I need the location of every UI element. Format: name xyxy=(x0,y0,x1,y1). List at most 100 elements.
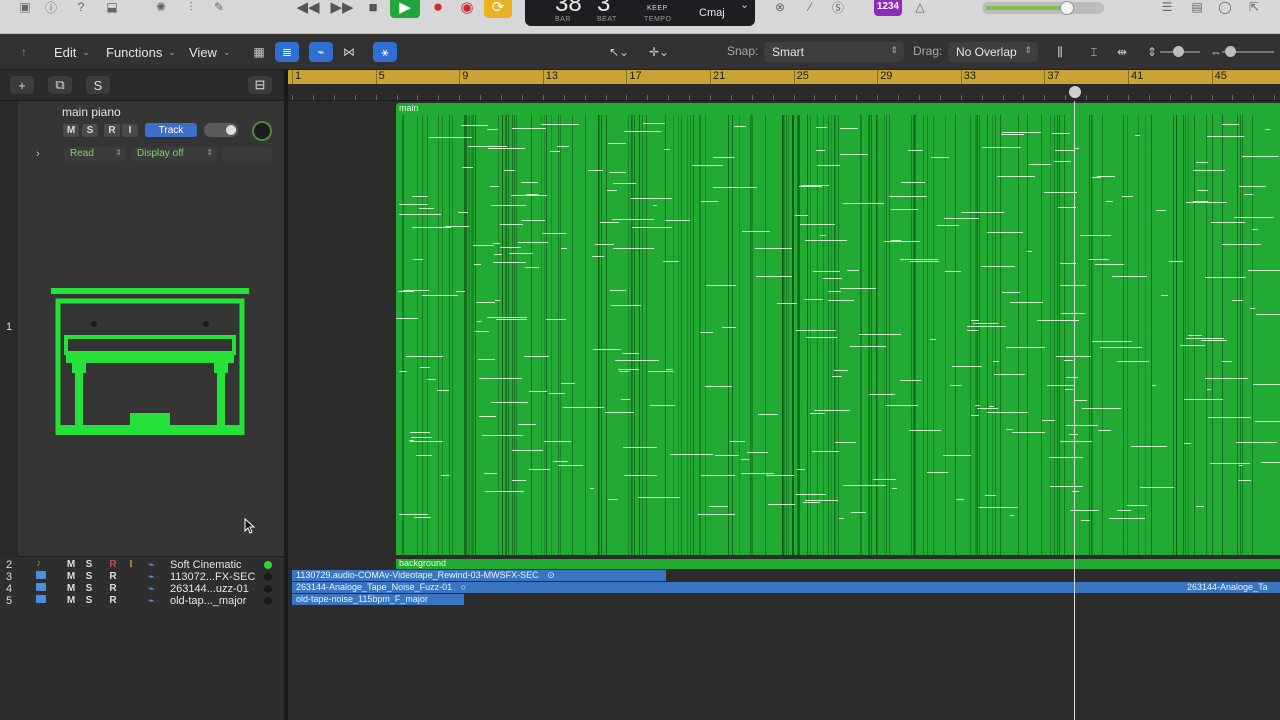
midi-note[interactable] xyxy=(741,473,774,474)
solo-button[interactable]: S xyxy=(82,124,98,137)
midi-note[interactable] xyxy=(944,218,979,219)
midi-note[interactable] xyxy=(648,371,674,372)
midi-note[interactable] xyxy=(1066,377,1078,378)
midi-note[interactable] xyxy=(1236,442,1277,443)
midi-note[interactable] xyxy=(612,219,654,220)
midi-note[interactable] xyxy=(593,349,621,350)
replace-record-button[interactable]: ◉ xyxy=(456,0,478,18)
midi-note[interactable] xyxy=(1075,400,1087,401)
toolbar-icon[interactable]: ⬓ xyxy=(102,0,122,14)
midi-region-background[interactable]: background xyxy=(396,558,1280,569)
midi-note[interactable] xyxy=(458,212,468,213)
horizontal-zoom-knob[interactable] xyxy=(1225,46,1236,57)
input-monitor-button[interactable]: I xyxy=(122,124,138,137)
midi-note[interactable] xyxy=(873,479,896,480)
midi-note[interactable] xyxy=(1082,408,1121,409)
midi-note[interactable] xyxy=(482,435,523,436)
folder-stack-icon[interactable]: ⊟ xyxy=(248,76,272,94)
solo-icon[interactable]: Ⓢ xyxy=(828,0,848,15)
midi-note[interactable] xyxy=(399,214,441,215)
midi-note[interactable] xyxy=(1109,518,1145,519)
record-enable-button[interactable]: R xyxy=(106,595,120,606)
midi-note[interactable] xyxy=(795,215,808,216)
track-name[interactable]: main piano xyxy=(62,105,121,119)
midi-note[interactable] xyxy=(814,410,850,411)
midi-note[interactable] xyxy=(1089,259,1109,260)
midi-note[interactable] xyxy=(1112,276,1147,277)
midi-note[interactable] xyxy=(869,394,895,395)
midi-note[interactable] xyxy=(618,369,639,370)
midi-note[interactable] xyxy=(828,291,841,292)
midi-note[interactable] xyxy=(1239,465,1243,466)
midi-note[interactable] xyxy=(806,337,837,338)
midi-note[interactable] xyxy=(461,125,488,126)
midi-note[interactable] xyxy=(1144,446,1152,447)
midi-note[interactable] xyxy=(1117,510,1131,511)
midi-note[interactable] xyxy=(840,288,876,289)
midi-note[interactable] xyxy=(821,240,828,241)
midi-note[interactable] xyxy=(987,232,1023,233)
midi-note[interactable] xyxy=(1061,313,1085,314)
midi-note[interactable] xyxy=(839,518,844,519)
midi-note[interactable] xyxy=(851,512,866,513)
replace-icon[interactable]: ⊗ xyxy=(770,0,790,14)
midi-note[interactable] xyxy=(1244,194,1253,195)
midi-note[interactable] xyxy=(979,507,1018,508)
midi-note[interactable] xyxy=(529,391,547,392)
midi-note[interactable] xyxy=(1027,251,1032,252)
automation-value-field[interactable] xyxy=(222,147,272,161)
midi-note[interactable] xyxy=(412,196,428,197)
pointer-tool-icon[interactable]: ↖⌄ xyxy=(604,42,634,62)
edit-menu[interactable]: Edit ⌄ xyxy=(54,42,90,62)
midi-note[interactable] xyxy=(590,488,594,489)
metronome-icon[interactable]: △ xyxy=(910,0,930,14)
midi-note[interactable] xyxy=(859,334,901,335)
midi-note[interactable] xyxy=(1222,244,1261,245)
midi-note[interactable] xyxy=(832,376,842,377)
playhead-handle[interactable] xyxy=(1069,86,1081,98)
midi-note[interactable] xyxy=(638,497,680,498)
midi-note[interactable] xyxy=(600,222,619,223)
midi-note[interactable] xyxy=(484,473,497,474)
midi-note[interactable] xyxy=(412,227,451,228)
midi-note[interactable] xyxy=(816,150,825,151)
midi-note[interactable] xyxy=(1080,235,1111,236)
midi-note[interactable] xyxy=(847,270,859,271)
midi-note[interactable] xyxy=(399,514,428,515)
grid-view-icon[interactable]: ▦ xyxy=(247,42,271,62)
midi-note[interactable] xyxy=(741,459,749,460)
track-header-4[interactable]: 4 M S R ⌁ 263144...uzz-01 xyxy=(0,583,284,595)
midi-note[interactable] xyxy=(945,271,961,272)
mute-button[interactable]: M xyxy=(64,595,78,606)
midi-note[interactable] xyxy=(1248,270,1280,271)
midi-note[interactable] xyxy=(1196,162,1208,163)
midi-note[interactable] xyxy=(1205,277,1246,278)
track-automation-button[interactable]: Track xyxy=(145,123,197,137)
midi-note[interactable] xyxy=(416,455,432,456)
midi-note[interactable] xyxy=(943,455,971,456)
midi-note[interactable] xyxy=(410,441,443,442)
midi-note[interactable] xyxy=(500,224,523,225)
cycle-button[interactable]: ⟳ xyxy=(484,0,512,18)
midi-note[interactable] xyxy=(1047,385,1074,386)
disclosure-triangle-icon[interactable]: › xyxy=(36,148,40,160)
midi-note[interactable] xyxy=(1002,132,1041,133)
midi-note[interactable] xyxy=(491,402,528,403)
midi-note[interactable] xyxy=(892,488,897,489)
midi-note[interactable] xyxy=(613,248,654,249)
midi-note[interactable] xyxy=(985,495,996,496)
midi-note[interactable] xyxy=(1207,136,1244,137)
midi-note[interactable] xyxy=(1152,385,1156,386)
midi-note[interactable] xyxy=(801,185,829,186)
record-enable-button[interactable]: R xyxy=(106,559,120,570)
midi-note[interactable] xyxy=(1052,133,1070,134)
chevron-down-icon[interactable]: ⌄ xyxy=(740,0,749,11)
midi-note[interactable] xyxy=(1193,201,1208,202)
midi-note[interactable] xyxy=(1197,190,1208,191)
play-button[interactable]: ▶ xyxy=(390,0,420,18)
midi-note[interactable] xyxy=(1010,302,1043,303)
midi-note[interactable] xyxy=(1169,261,1183,262)
midi-note[interactable] xyxy=(1242,156,1279,157)
midi-note[interactable] xyxy=(493,262,526,263)
midi-note[interactable] xyxy=(558,465,583,466)
